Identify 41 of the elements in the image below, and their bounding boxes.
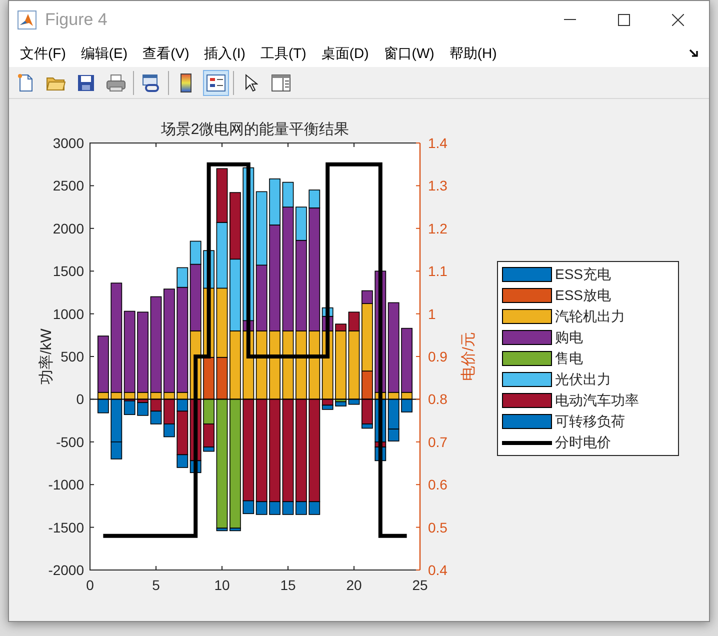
legend-label: 售电 xyxy=(555,349,583,368)
tick-label: 1500 xyxy=(52,263,84,280)
legend-label: 分时电价 xyxy=(555,433,611,452)
tick-label: 0.7 xyxy=(428,434,448,450)
tick-label: 0 xyxy=(76,391,84,408)
tick-label: 0.9 xyxy=(428,348,448,364)
tick-label: 2500 xyxy=(52,178,84,194)
tick-label: 0.8 xyxy=(428,391,448,408)
tick-label: -500 xyxy=(56,434,84,450)
tick-label: 0 xyxy=(86,577,94,593)
legend-label: ESS放电 xyxy=(555,286,612,305)
chart-title: 场景2微电网的能量平衡结果 xyxy=(160,121,350,138)
tick-label: 1.1 xyxy=(428,263,448,280)
tick-label: -1500 xyxy=(48,519,84,536)
tick-label: 20 xyxy=(346,577,362,593)
tick-label: 1000 xyxy=(52,306,84,322)
tick-label: 0.6 xyxy=(428,476,448,493)
tick-label: 5 xyxy=(152,577,160,593)
tick-label: 10 xyxy=(214,577,230,593)
tick-label: 0.4 xyxy=(428,562,448,578)
tick-label: 1.4 xyxy=(428,135,448,151)
tick-label: -2000 xyxy=(48,562,84,578)
tick-label: 0.5 xyxy=(428,519,448,536)
tick-label: 25 xyxy=(412,577,428,593)
legend-label: 汽轮机出力 xyxy=(555,307,625,326)
tick-label: -1000 xyxy=(48,476,84,493)
tick-label: 3000 xyxy=(52,135,84,151)
tick-label: 1 xyxy=(428,306,436,322)
tick-label: 500 xyxy=(60,348,84,364)
tick-label: 2000 xyxy=(52,220,84,236)
legend-label: 购电 xyxy=(555,328,583,347)
legend-label: 光伏出力 xyxy=(555,370,611,389)
window-title: Figure 4 xyxy=(45,9,108,32)
axis-label: 功率/kW xyxy=(38,328,55,384)
legend-label: 电动汽车功率 xyxy=(555,391,639,410)
axis-label: 电价/元 xyxy=(460,332,477,382)
tick-label: 1.2 xyxy=(428,220,448,236)
tick-label: 15 xyxy=(280,577,296,593)
legend-label: ESS充电 xyxy=(555,265,612,284)
legend-label: 可转移负荷 xyxy=(555,412,625,431)
tick-label: 1.3 xyxy=(428,178,448,194)
